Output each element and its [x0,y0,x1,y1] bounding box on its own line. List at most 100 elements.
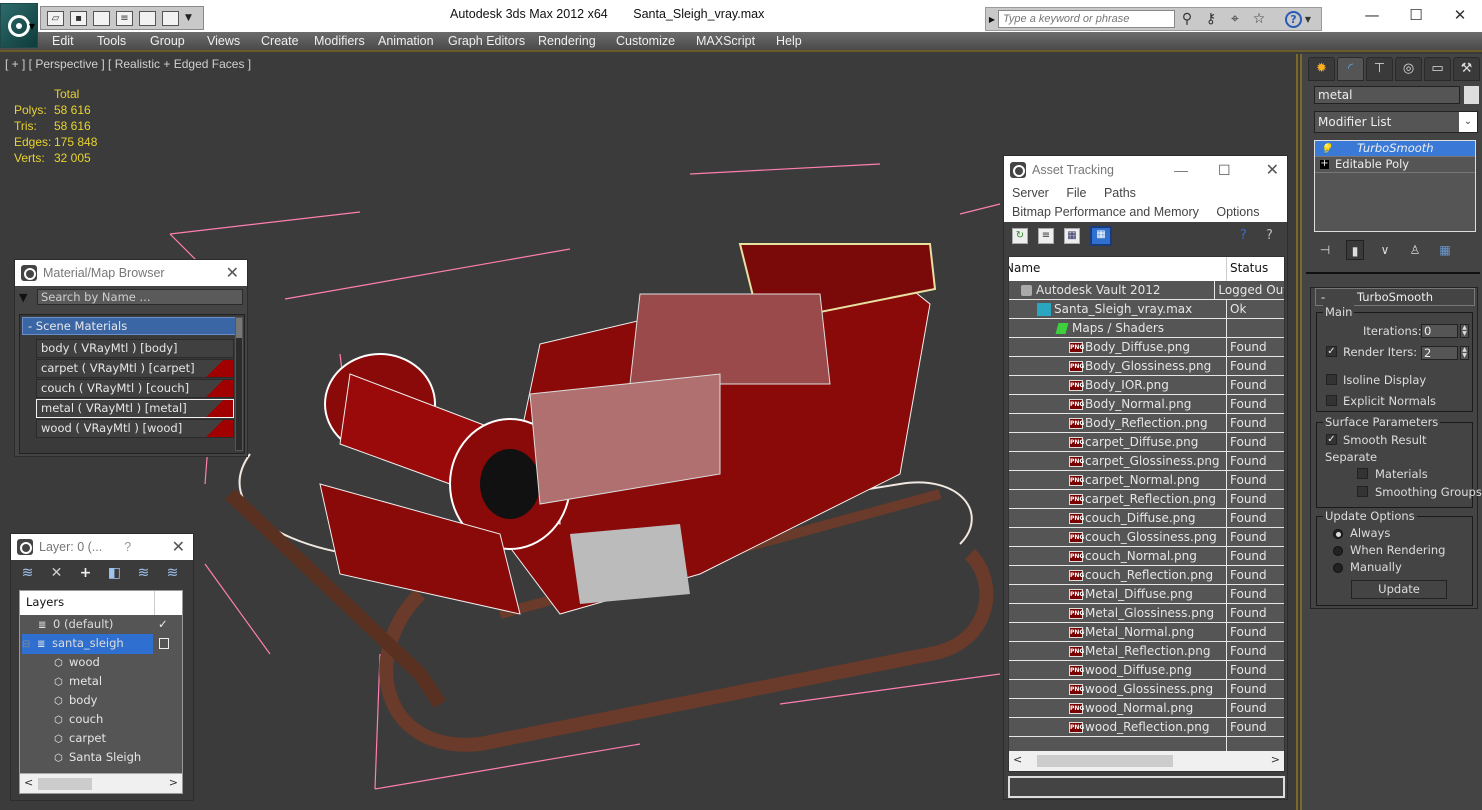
rollout-header[interactable]: - TurboSmooth [1315,288,1475,306]
expand-arrow-icon[interactable]: ▶ [986,15,998,24]
render-iters-spinner-input[interactable]: 2 [1421,346,1458,360]
horizontal-scrollbar[interactable]: < > [20,773,182,793]
isoline-display-checkbox[interactable] [1326,374,1337,385]
menu-customize[interactable]: Customize [616,34,675,48]
menu-create[interactable]: Create [261,34,299,48]
list-view-icon[interactable]: ≡ [1038,228,1054,244]
set-current-layer-icon[interactable]: ≋ [164,565,181,581]
asset-row[interactable]: PNGMetal_Diffuse.png Found [1009,585,1284,604]
chevron-down-icon[interactable]: ⌄ [1459,112,1477,132]
asset-row[interactable]: PNGMetal_Glossiness.png Found [1009,604,1284,623]
asset-row[interactable]: PNGwood_Diffuse.png Found [1009,661,1284,680]
asset-row[interactable]: PNGwood_Reflection.png Found [1009,718,1284,737]
lightbulb-icon[interactable]: 💡 [1320,142,1332,157]
new-icon[interactable] [93,10,110,26]
asset-row[interactable]: PNGMetal_Reflection.png Found [1009,642,1284,661]
tab-utilities-icon[interactable]: ⚒ [1453,57,1480,81]
object-row[interactable]: ⬡ body [20,691,182,710]
render-iters-checkbox[interactable]: ✓ [1326,346,1337,357]
tab-motion-icon[interactable]: ◎ [1395,57,1422,81]
object-row[interactable]: ⬡ wood [20,653,182,672]
always-radio[interactable] [1333,529,1343,539]
options-dropdown-icon[interactable]: ▼ [19,291,37,304]
menu-views[interactable]: Views [207,34,240,48]
asset-row[interactable]: PNGcarpet_Diffuse.png Found [1009,433,1284,452]
tab-create-icon[interactable]: ✹ [1308,57,1335,81]
update-button[interactable]: Update [1351,580,1447,599]
expand-icon[interactable]: + [1320,159,1329,169]
asset-row[interactable]: PNGBody_IOR.png Found [1009,376,1284,395]
current-layer-checkmark-icon[interactable]: ✓ [158,615,168,634]
asset-row[interactable]: PNGBody_Glossiness.png Found [1009,357,1284,376]
help-icon[interactable]: ? [1240,228,1247,243]
column-header-layers[interactable]: Layers [20,591,182,615]
pin-stack-icon[interactable]: ⊣ [1316,240,1334,260]
chevron-down-icon[interactable]: ▼ [1302,15,1314,24]
table-view-icon[interactable]: ▦ [1090,226,1112,246]
tab-display-icon[interactable]: ▭ [1424,57,1451,81]
save-icon[interactable]: ▪ [70,10,87,26]
asset-row[interactable]: PNGMetal_Normal.png Found [1009,623,1284,642]
remove-modifier-icon[interactable]: ♙ [1406,240,1424,260]
asset-row[interactable]: PNGcarpet_Reflection.png Found [1009,490,1284,509]
app-menu-button[interactable]: ▼ [0,3,38,48]
menu-rendering[interactable]: Rendering [538,34,596,48]
horizontal-scrollbar[interactable]: < > [1009,751,1284,771]
minimize-button[interactable]: — [1352,6,1392,24]
object-row[interactable]: ⬡ couch [20,710,182,729]
project-icon[interactable]: ≡ [116,10,133,26]
asset-row[interactable]: PNGwood_Glossiness.png Found [1009,680,1284,699]
select-objects-icon[interactable]: ◧ [106,565,123,581]
menu-server[interactable]: Server [1012,186,1049,200]
stack-item-editable-poly[interactable]: + Editable Poly [1315,157,1475,173]
material-item[interactable]: wood ( VRayMtl ) [wood] [36,419,234,438]
menu-animation[interactable]: Animation [378,34,434,48]
redo-icon[interactable] [162,10,179,26]
open-icon[interactable]: ▱ [47,10,64,26]
object-row[interactable]: ⬡ metal [20,672,182,691]
when-rendering-radio[interactable] [1333,546,1343,556]
scroll-left-icon[interactable]: < [1013,753,1022,766]
menu-help[interactable]: Help [776,34,802,48]
make-unique-icon[interactable]: ∨ [1376,240,1394,260]
asset-row[interactable]: PNGBody_Reflection.png Found [1009,414,1284,433]
menu-tools[interactable]: Tools [97,34,126,48]
asset-row[interactable]: PNGBody_Diffuse.png Found [1009,338,1284,357]
iterations-spinner-input[interactable]: 0 [1421,324,1458,338]
menu-modifiers[interactable]: Modifiers [314,34,365,48]
object-color-swatch[interactable] [1464,86,1479,104]
menu-group[interactable]: Group [150,34,185,48]
column-header-name[interactable]: Name [1009,257,1227,281]
asset-row[interactable]: PNGwood_Normal.png Found [1009,699,1284,718]
material-item[interactable]: body ( VRayMtl ) [body] [36,339,234,358]
layer-row[interactable]: ≣ 0 (default) ✓ [20,615,182,634]
material-item[interactable]: couch ( VRayMtl ) [couch] [36,379,234,398]
close-icon[interactable]: ✕ [1266,160,1279,180]
title-bar[interactable]: Material/Map Browser ✕ [15,260,247,286]
smooth-result-checkbox[interactable]: ✓ [1326,434,1337,445]
stack-item-turbosmooth[interactable]: 💡 TurboSmooth [1315,141,1475,157]
tab-modify-icon[interactable]: ◜ [1337,57,1364,81]
object-row[interactable]: ⬡ Santa Sleigh [20,748,182,767]
asset-row[interactable]: PNGcarpet_Glossiness.png Found [1009,452,1284,471]
object-name-field[interactable]: metal [1314,86,1460,104]
close-icon[interactable]: ✕ [226,263,239,283]
menu-bitmap-performance[interactable]: Bitmap Performance and Memory [1012,205,1199,219]
material-item[interactable]: carpet ( VRayMtl ) [carpet] [36,359,234,378]
menu-maxscript[interactable]: MAXScript [696,34,755,48]
viewport-label[interactable]: [ + ] [ Perspective ] [ Realistic + Edge… [5,57,251,71]
new-layer-icon[interactable]: ≋ [19,565,36,581]
star-icon[interactable]: ☆ [1247,11,1271,27]
menu-edit[interactable]: Edit [52,34,74,48]
scrollbar-thumb[interactable] [38,778,92,790]
show-end-result-icon[interactable]: ▮ [1346,240,1364,260]
asset-row[interactable]: PNGBody_Normal.png Found [1009,395,1284,414]
asset-row[interactable]: PNGcouch_Diffuse.png Found [1009,509,1284,528]
asset-row[interactable]: Maps / Shaders [1009,319,1284,338]
help-icon[interactable]: ? [124,540,131,554]
tab-hierarchy-icon[interactable]: ⊤ [1366,57,1393,81]
materials-checkbox[interactable] [1357,468,1368,479]
layer-row-selected[interactable]: ⊟ ≣ santa_sleigh [20,634,182,654]
modifier-list-dropdown[interactable]: Modifier List ⌄ [1314,111,1478,133]
help-icon[interactable]: ? [1285,10,1302,28]
